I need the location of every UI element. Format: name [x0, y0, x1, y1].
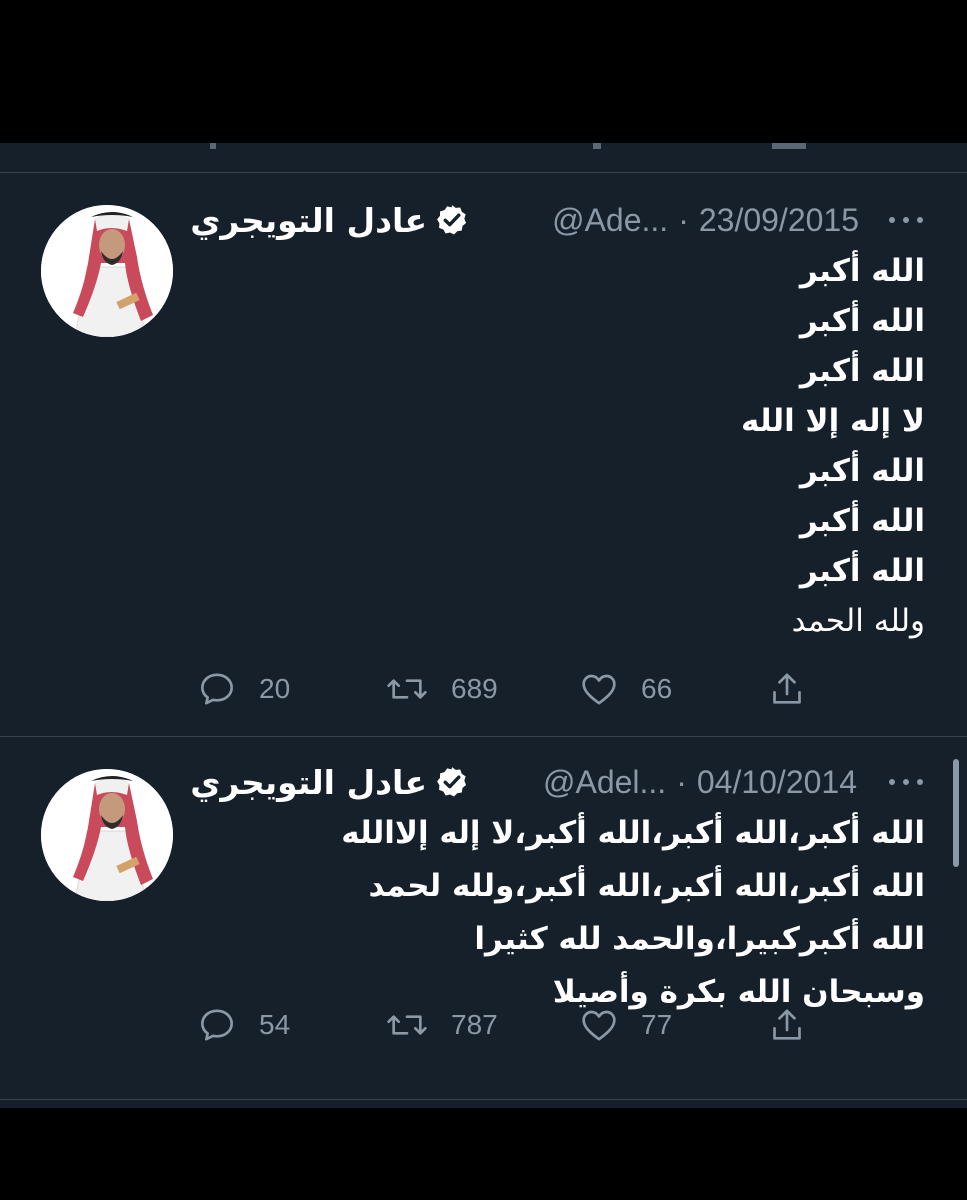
more-options-icon[interactable]	[889, 776, 923, 788]
reply-icon	[201, 673, 234, 705]
reply-count: 54	[259, 1009, 291, 1040]
tweet-line: الله أكبر	[799, 453, 925, 489]
retweet-count: 787	[451, 1009, 498, 1040]
like-button[interactable]: 66	[579, 667, 672, 711]
share-icon	[773, 673, 801, 704]
tweet-line: الله أكبر	[799, 303, 925, 339]
separator-dot: ·	[678, 201, 689, 238]
separator-dot: ·	[676, 763, 687, 800]
tweet-date[interactable]: 23/09/2015	[699, 202, 859, 239]
previous-tweet-fragment	[593, 143, 601, 149]
tweet-author[interactable]: عادل التويجري	[190, 195, 483, 245]
tweet-line: الله أكبركبيرا،والحمد لله كثيرا	[474, 921, 925, 957]
tweet-text: الله أكبر الله أكبر الله أكبر لا إله إلا…	[741, 246, 925, 646]
tweet-actions: 20 689 66	[197, 667, 837, 711]
share-button[interactable]	[767, 1003, 829, 1047]
tweet-line: لا إله إلا الله	[741, 403, 925, 439]
share-icon	[773, 1009, 801, 1040]
tweet-header: @Adel... · 04/10/2014	[543, 757, 857, 807]
verified-badge-icon	[437, 767, 467, 797]
like-count: 66	[641, 673, 673, 704]
tweet-header: @Ade... · 23/09/2015	[552, 195, 859, 245]
scrollbar[interactable]	[953, 759, 959, 867]
author-name[interactable]: عادل التويجري	[190, 763, 427, 802]
retweet-button[interactable]: 689	[385, 667, 498, 711]
divider	[0, 1099, 967, 1100]
tweet-line: الله أكبر	[799, 553, 925, 589]
share-button[interactable]	[767, 667, 829, 711]
tweet-line: الله أكبر،الله أكبر،الله أكبر،ولله لحمد	[368, 868, 925, 904]
reply-icon	[201, 1009, 234, 1041]
reply-button[interactable]: 54	[197, 1003, 290, 1047]
previous-tweet-fragment	[772, 143, 806, 149]
tweet-text: الله أكبر،الله أكبر،الله أكبر،لا إله إلا…	[341, 807, 925, 1019]
reply-count: 20	[259, 673, 291, 704]
avatar-image	[41, 205, 173, 337]
more-options-icon[interactable]	[889, 214, 923, 226]
reply-button[interactable]: 20	[197, 667, 290, 711]
avatar[interactable]	[41, 769, 173, 901]
tweet-line: الله أكبر،الله أكبر،الله أكبر،لا إله إلا…	[341, 815, 925, 851]
tweet-handle[interactable]: @Ade...	[552, 202, 668, 239]
tweet[interactable]: @Ade... · 23/09/2015 عادل التويجري الله …	[0, 173, 967, 736]
screenshot-frame: @Ade... · 23/09/2015 عادل التويجري الله …	[0, 0, 967, 1200]
tweet-line: الله أكبر	[799, 503, 925, 539]
retweet-count: 689	[451, 673, 498, 704]
tweet[interactable]: @Adel... · 04/10/2014 عادل التويجري الله…	[0, 737, 967, 1099]
retweet-button[interactable]: 787	[385, 1003, 498, 1047]
heart-icon	[582, 674, 616, 705]
timeline: @Ade... · 23/09/2015 عادل التويجري الله …	[0, 143, 967, 1108]
verified-badge-icon	[437, 205, 467, 235]
avatar-image	[41, 769, 173, 901]
tweet-line: الله أكبر	[799, 253, 925, 289]
retweet-icon	[387, 679, 427, 699]
tweet-author[interactable]: عادل التويجري	[190, 757, 483, 807]
retweet-icon	[387, 1015, 427, 1035]
tweet-actions: 54 787 77	[197, 1003, 837, 1047]
like-count: 77	[641, 1009, 673, 1040]
heart-icon	[582, 1010, 616, 1041]
tweet-line: ولله الحمد	[791, 603, 925, 639]
like-button[interactable]: 77	[579, 1003, 672, 1047]
author-name[interactable]: عادل التويجري	[190, 201, 427, 240]
tweet-line: الله أكبر	[799, 353, 925, 389]
previous-tweet-fragment	[210, 143, 216, 149]
avatar[interactable]	[41, 205, 173, 337]
tweet-date[interactable]: 04/10/2014	[697, 764, 857, 801]
tweet-handle[interactable]: @Adel...	[543, 764, 666, 801]
